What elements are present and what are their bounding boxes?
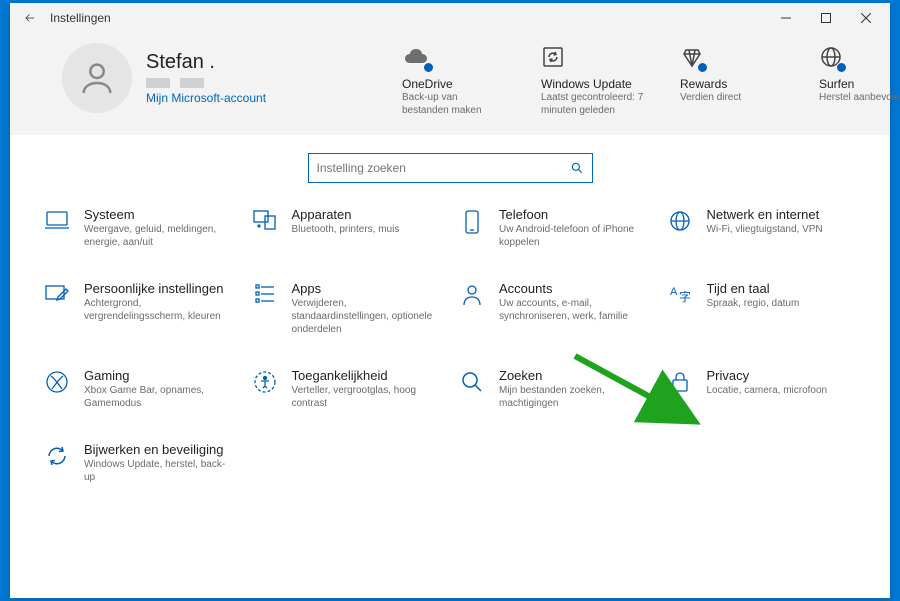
tile-accounts[interactable]: AccountsUw accounts, e-mail, synchronise…	[455, 279, 653, 338]
tile-network[interactable]: Netwerk en internetWi-Fi, vliegtuigstand…	[663, 205, 861, 251]
tile-personalization[interactable]: Persoonlijke instellingenAchtergrond, ve…	[40, 279, 238, 338]
search-box[interactable]	[308, 153, 593, 183]
list-icon	[254, 283, 276, 305]
paint-icon	[44, 283, 70, 305]
search-input[interactable]	[317, 161, 570, 175]
back-button[interactable]	[14, 3, 46, 33]
user-block: Stefan . Mijn Microsoft-account	[62, 43, 352, 113]
minimize-button[interactable]	[766, 3, 806, 33]
sync-icon	[541, 45, 565, 69]
globe-icon	[668, 209, 692, 233]
xbox-icon	[45, 370, 69, 394]
svg-text:字: 字	[679, 289, 691, 304]
settings-window: Instellingen Stefan . Mijn Microsoft-acc…	[10, 3, 890, 598]
tile-search[interactable]: ZoekenMijn bestanden zoeken, machtiginge…	[455, 366, 653, 412]
status-windows-update[interactable]: Windows Update Laatst gecontroleerd: 7 m…	[541, 43, 646, 117]
tile-system[interactable]: SysteemWeergave, geluid, meldingen, ener…	[40, 205, 238, 251]
ms-account-link[interactable]: Mijn Microsoft-account	[146, 91, 266, 105]
user-name: Stefan .	[146, 51, 266, 74]
tile-time[interactable]: A字 Tijd en taalSpraak, regio, datum	[663, 279, 861, 338]
devices-icon	[252, 209, 278, 231]
avatar	[62, 43, 132, 113]
status-rewards[interactable]: Rewards Verdien direct	[680, 43, 785, 117]
tile-phone[interactable]: TelefoonUw Android-telefoon of iPhone ko…	[455, 205, 653, 251]
search-icon	[570, 161, 584, 175]
tile-apps[interactable]: AppsVerwijderen, standaardinstellingen, …	[248, 279, 446, 338]
phone-icon	[463, 209, 481, 235]
search-row	[10, 135, 890, 193]
status-surf[interactable]: Surfen Herstel aanbevolen	[819, 43, 900, 117]
lock-icon	[670, 370, 690, 394]
maximize-button[interactable]	[806, 3, 846, 33]
header-panel: Stefan . Mijn Microsoft-account OneDrive…	[10, 33, 890, 135]
window-title: Instellingen	[50, 11, 111, 25]
tile-devices[interactable]: ApparatenBluetooth, printers, muis	[248, 205, 446, 251]
categories-grid: SysteemWeergave, geluid, meldingen, ener…	[10, 193, 890, 486]
close-button[interactable]	[846, 3, 886, 33]
search-icon	[460, 370, 484, 394]
update-icon	[45, 444, 69, 468]
tile-privacy[interactable]: PrivacyLocatie, camera, microfoon	[663, 366, 861, 412]
laptop-icon	[44, 209, 70, 231]
tile-ease[interactable]: ToegankelijkheidVerteller, vergrootglas,…	[248, 366, 446, 412]
accessibility-icon	[253, 370, 277, 394]
user-subtitle-redacted	[146, 78, 266, 88]
titlebar: Instellingen	[10, 3, 890, 33]
person-icon	[461, 283, 483, 307]
status-row: OneDrive Back-up van bestanden maken Win…	[382, 43, 900, 117]
tile-update[interactable]: Bijwerken en beveiligingWindows Update, …	[40, 440, 238, 486]
status-onedrive[interactable]: OneDrive Back-up van bestanden maken	[402, 43, 507, 117]
svg-text:A: A	[670, 286, 678, 298]
tile-gaming[interactable]: GamingXbox Game Bar, opnames, Gamemodus	[40, 366, 238, 412]
language-icon: A字	[668, 283, 692, 305]
